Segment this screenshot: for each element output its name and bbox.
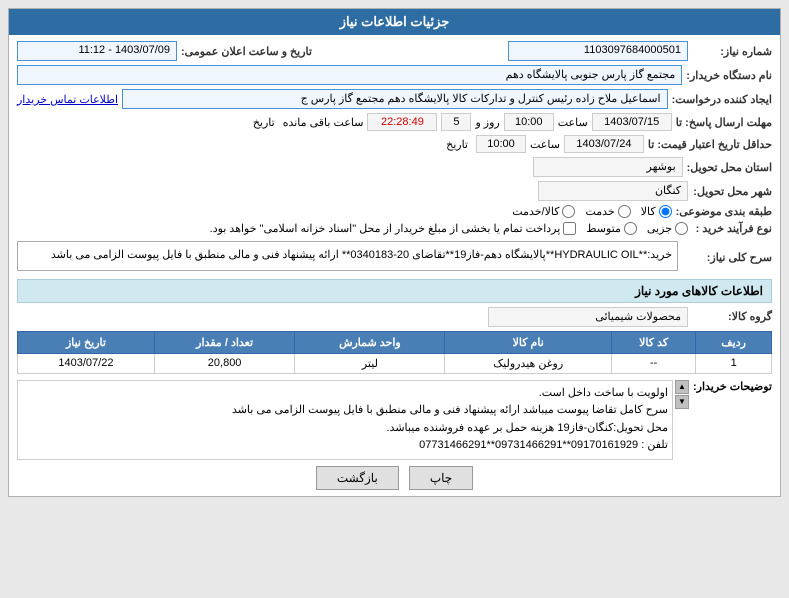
noveFaraind-pardakht-label: پرداخت تمام یا بخشی از مبلغ خریدار از مح… [210,222,561,235]
shomareNiaz-value: 1103097684000501 [508,41,688,61]
ijadKonande-value: اسماعیل ملاح زاده رئیس کنترل و تدارکات ک… [122,89,668,109]
notes-line3: محل تحویل:کنگان-فاز19 هزینه حمل بر عهده … [22,420,668,438]
etelaatTamas-link[interactable]: اطلاعات تماس خریدار [17,93,118,106]
notes-line2: سرح کامل تقاضا پیوست میباشد ارائه پیشنها… [22,402,668,420]
saat-label2: ساعت [530,138,560,151]
tabaqebandi-khedmat-radio[interactable] [618,205,631,218]
mohlatErsalPasox-saat: 10:00 [504,113,554,131]
table-row: 1 -- روغن هیدرولیک لیتر 20,800 1403/07/2… [18,353,772,373]
tabaqebandi-kala-label: کالا [641,205,656,218]
hadaqalTarikh-date: 1403/07/24 [564,135,644,153]
noveFaraind-jozi-item[interactable]: جزیی [647,222,688,235]
noveFaraind-motavaset-label: متوسط [586,222,621,235]
scroll-up-arrow[interactable]: ▲ [675,380,689,394]
ijadKonande-label: ایجاد کننده درخواست: [672,93,772,106]
scroll-down-arrow[interactable]: ▼ [675,395,689,409]
col-radif: ردیف [696,331,772,353]
ettelaatKala-title: اطلاعات کالاهای مورد نیاز [17,279,772,303]
scrollbar[interactable]: ▲ ▼ [675,380,689,460]
col-kodKala: کد کالا [611,331,695,353]
noveFaraind-pardakht-item[interactable]: پرداخت تمام یا بخشی از مبلغ خریدار از مح… [210,222,577,235]
tabaqebandi-kala-radio[interactable] [659,205,672,218]
ostan-value: بوشهر [533,157,683,177]
tarikh-sub-label: تاریخ [253,116,275,129]
tabaqebandi-group: کالا خدمت کالا/خدمت [512,205,671,218]
mohlatErsalPasox-roz: 5 [441,113,471,131]
notes-line4: تلفن : 09170161929**09731466291**0773146… [22,437,668,455]
col-namKala: نام کالا [445,331,612,353]
cell-radif: 1 [696,353,772,373]
shahr-label: شهر محل تحویل: [692,185,772,198]
shomareNiaz-label: شماره نیاز: [692,45,772,58]
tabaqebandi-kalakhedmat-radio[interactable] [562,205,575,218]
mande-label: ساعت باقی مانده [283,116,364,129]
ostan-label: استان محل تحویل: [687,161,772,174]
page-title: جزئیات اطلاعات نیاز [9,9,780,35]
cell-tarikh: 1403/07/22 [18,353,155,373]
geroheKala-value: محصولات شیمیائی [488,307,688,327]
noveFaraind-motavaset-radio[interactable] [624,222,637,235]
chap-button[interactable]: چاپ [409,466,473,490]
sarij-label: سرح کلی نیاز: [682,251,772,264]
noveFaraind-motavaset-item[interactable]: متوسط [586,222,637,235]
namDastgah-label: نام دستگاه خریدار: [686,69,772,82]
namDastgah-value: مجتمع گاز پارس جنوبی پالایشگاه دهم [17,65,682,85]
tabaqebandi-khedmat-label: خدمت [585,205,614,218]
tabaqebandi-label: طبقه بندی موضوعی: [676,205,772,218]
hadaqalTarikh-saat: 10:00 [476,135,526,153]
cell-namKala: روغن هیدرولیک [445,353,612,373]
cell-kodKala: -- [611,353,695,373]
saat-label: ساعت [558,116,588,129]
cell-vahed: لیتر [295,353,445,373]
notes-content: اولویت با ساخت داخل است. سرح کامل تقاضا … [17,380,673,460]
geroheKala-label: گروه کالا: [692,310,772,323]
col-vahed: واحد شمارش [295,331,445,353]
mohlatErsalPasox-mande: 22:28:49 [367,113,437,131]
bazgasht-button[interactable]: بازگشت [316,466,399,490]
mohlatErsalPasox-label: مهلت ارسال پاسخ: تا [676,116,772,129]
noveFaraind-label: نوع فرآیند خرید : [692,222,772,235]
roz-label: روز و [475,116,499,129]
tarikh-sub-label2: تاریخ [446,138,468,151]
tarikh-label: تاریخ و ساعت اعلان عمومی: [181,45,312,58]
noveFaraind-pardakht-check[interactable] [563,222,576,235]
tabaqebandi-khedmat-item[interactable]: خدمت [585,205,630,218]
notes-label: توضیحات خریدار: [693,380,772,460]
tarikh-value: 1403/07/09 - 11:12 [17,41,177,61]
notes-line1: اولویت با ساخت داخل است. [22,385,668,403]
mohlatErsalPasox-date: 1403/07/15 [592,113,672,131]
tabaqebandi-kala-item[interactable]: کالا [641,205,672,218]
tabaqebandi-kalakhedmat-item[interactable]: کالا/خدمت [512,205,575,218]
kala-table: ردیف کد کالا نام کالا واحد شمارش تعداد /… [17,331,772,374]
noveFaraind-jozi-label: جزیی [647,222,672,235]
noveFaraind-group: جزیی متوسط پرداخت تمام یا بخشی از مبلغ خ… [210,222,688,235]
hadaqalTarikh-label: حداقل تاریخ اعتبار قیمت: تا [648,138,772,151]
cell-tedad: 20,800 [154,353,294,373]
col-tedad: تعداد / مقدار [154,331,294,353]
shahr-value: کنگان [538,181,688,201]
noveFaraind-jozi-radio[interactable] [675,222,688,235]
sarij-value: خرید:**HYDRAULIC OIL**پالایشگاه دهم-فاز1… [17,241,678,271]
bottom-buttons: چاپ بازگشت [17,466,772,490]
col-tarikh: تاریخ نیاز [18,331,155,353]
tabaqebandi-kalakhedmat-label: کالا/خدمت [512,205,559,218]
